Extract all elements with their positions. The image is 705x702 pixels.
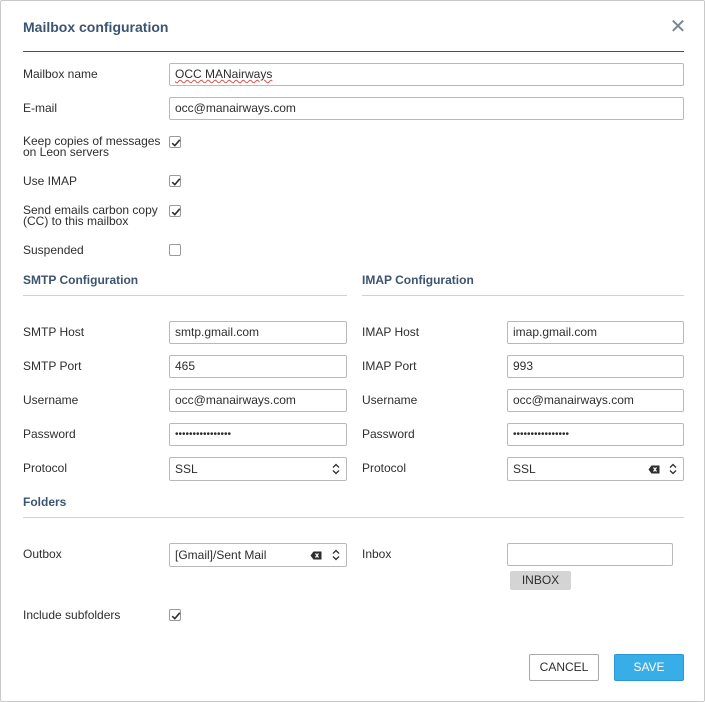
- chevron-updown-icon: [332, 549, 340, 561]
- keep-copies-checkbox[interactable]: [169, 136, 181, 148]
- use-imap-checkbox[interactable]: [169, 175, 181, 187]
- smtp-username-input[interactable]: occ@manairways.com: [169, 389, 347, 412]
- imap-username-input[interactable]: occ@manairways.com: [507, 389, 684, 412]
- inbox-input[interactable]: [507, 543, 673, 566]
- outbox-label: Outbox: [23, 547, 62, 561]
- mailbox-name-input[interactable]: OCC MANairways: [169, 63, 684, 86]
- imap-password-label: Password: [362, 427, 415, 441]
- inbox-button[interactable]: INBOX: [510, 571, 571, 590]
- inbox-label: Inbox: [362, 547, 392, 561]
- include-subfolders-checkbox[interactable]: [169, 609, 181, 621]
- mailbox-configuration-dialog: Mailbox configuration ✕ Mailbox name OCC…: [0, 0, 705, 702]
- email-label: E-mail: [23, 101, 58, 115]
- smtp-protocol-select[interactable]: SSL: [169, 457, 347, 481]
- folders-section-title: Folders: [23, 495, 67, 509]
- smtp-host-label: SMTP Host: [23, 325, 85, 339]
- send-cc-label-line2: (CC) to this mailbox: [23, 214, 129, 228]
- title-divider: [23, 51, 684, 52]
- suspended-label: Suspended: [23, 243, 84, 257]
- mailbox-name-value: OCC MANairways: [175, 67, 273, 81]
- check-icon: [171, 139, 181, 147]
- dialog-title: Mailbox configuration: [23, 19, 169, 35]
- imap-section-title: IMAP Configuration: [362, 273, 474, 287]
- imap-protocol-value: SSL: [513, 462, 536, 476]
- check-icon: [171, 208, 181, 216]
- imap-port-input[interactable]: 993: [507, 355, 684, 378]
- smtp-protocol-value: SSL: [175, 462, 198, 476]
- imap-host-input[interactable]: imap.gmail.com: [507, 321, 684, 344]
- send-cc-label: Send emails carbon copy (CC) to this mai…: [23, 204, 158, 228]
- smtp-password-input[interactable]: ••••••••••••••••: [169, 423, 347, 446]
- cancel-button[interactable]: CANCEL: [529, 654, 599, 681]
- save-button[interactable]: SAVE: [614, 654, 684, 681]
- clear-icon[interactable]: [310, 551, 322, 560]
- smtp-username-label: Username: [23, 393, 79, 407]
- check-icon: [171, 612, 181, 620]
- email-input[interactable]: occ@manairways.com: [169, 97, 684, 120]
- mailbox-name-label: Mailbox name: [23, 67, 98, 81]
- chevron-updown-icon: [669, 463, 677, 475]
- smtp-password-label: Password: [23, 427, 76, 441]
- smtp-section-title: SMTP Configuration: [23, 273, 139, 287]
- folders-divider: [23, 517, 684, 518]
- imap-protocol-label: Protocol: [362, 461, 407, 475]
- imap-port-label: IMAP Port: [362, 359, 417, 373]
- keep-copies-label-line2: on Leon servers: [23, 145, 110, 159]
- imap-password-input[interactable]: ••••••••••••••••: [507, 423, 684, 446]
- smtp-protocol-label: Protocol: [23, 461, 68, 475]
- include-subfolders-label: Include subfolders: [23, 608, 121, 622]
- chevron-updown-icon: [332, 463, 340, 475]
- imap-divider: [362, 295, 684, 296]
- smtp-host-input[interactable]: smtp.gmail.com: [169, 321, 347, 344]
- imap-username-label: Username: [362, 393, 418, 407]
- smtp-port-label: SMTP Port: [23, 359, 82, 373]
- keep-copies-label: Keep copies of messages on Leon servers: [23, 135, 160, 159]
- send-cc-checkbox[interactable]: [169, 205, 181, 217]
- smtp-port-input[interactable]: 465: [169, 355, 347, 378]
- imap-host-label: IMAP Host: [362, 325, 420, 339]
- clear-icon[interactable]: [648, 465, 660, 474]
- outbox-select[interactable]: [Gmail]/Sent Mail: [169, 543, 347, 567]
- close-icon[interactable]: ✕: [669, 17, 687, 37]
- imap-protocol-select[interactable]: SSL: [507, 457, 684, 481]
- smtp-divider: [23, 295, 347, 296]
- use-imap-label: Use IMAP: [23, 174, 78, 188]
- outbox-value: [Gmail]/Sent Mail: [175, 548, 267, 562]
- suspended-checkbox[interactable]: [169, 244, 181, 256]
- check-icon: [171, 178, 181, 186]
